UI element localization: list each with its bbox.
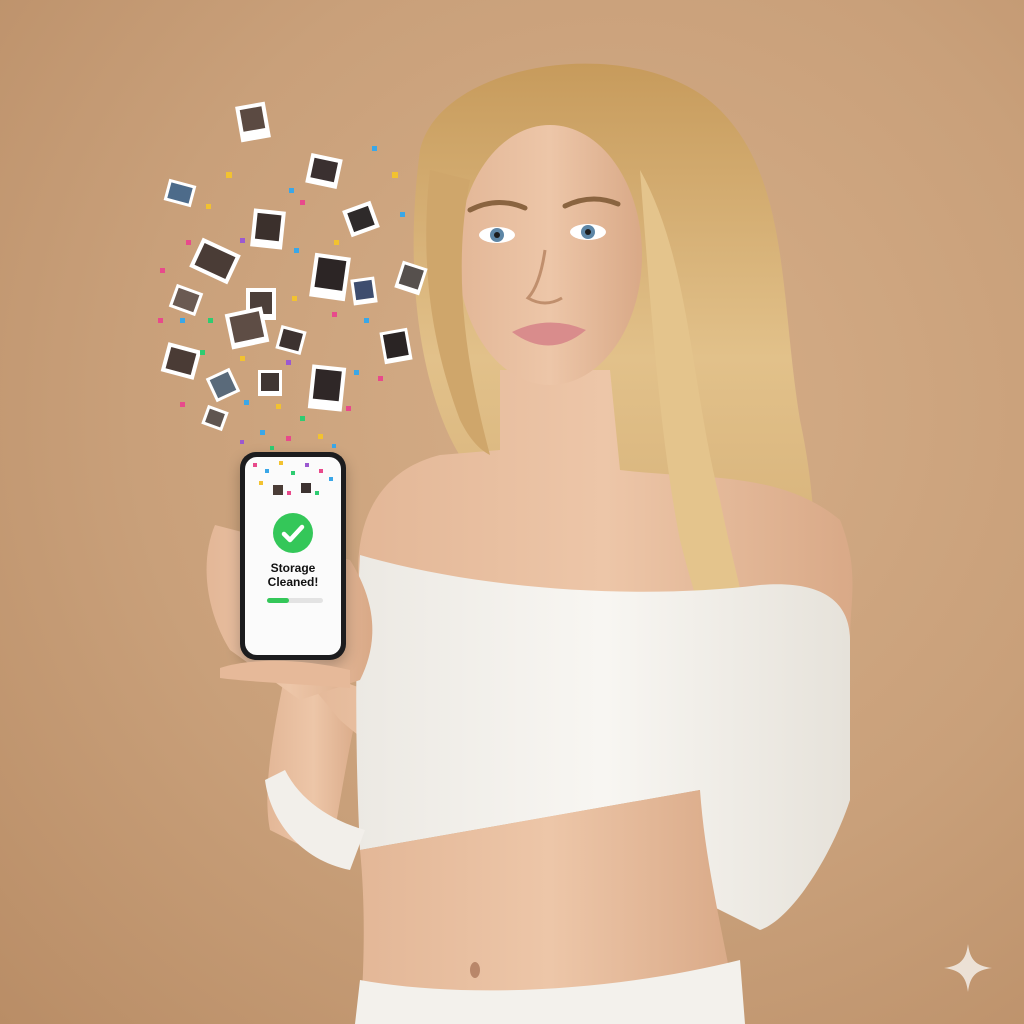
smartphone: Storage Cleaned! [240,452,346,660]
status-message: Storage Cleaned! [245,561,341,589]
thumb [220,660,350,688]
progress-bar [267,598,323,603]
screen-confetti [253,461,333,495]
woman-illustration [158,63,853,1024]
check-circle-icon [273,513,313,553]
face [458,125,642,385]
status-line-1: Storage [270,561,316,575]
flying-photos [160,101,428,432]
photo-scene: Storage Cleaned! [0,0,1024,1024]
status-line-2: Cleaned! [267,575,319,589]
sparkle-icon [944,944,992,992]
progress-fill [267,598,290,603]
phone-screen: Storage Cleaned! [245,457,341,655]
